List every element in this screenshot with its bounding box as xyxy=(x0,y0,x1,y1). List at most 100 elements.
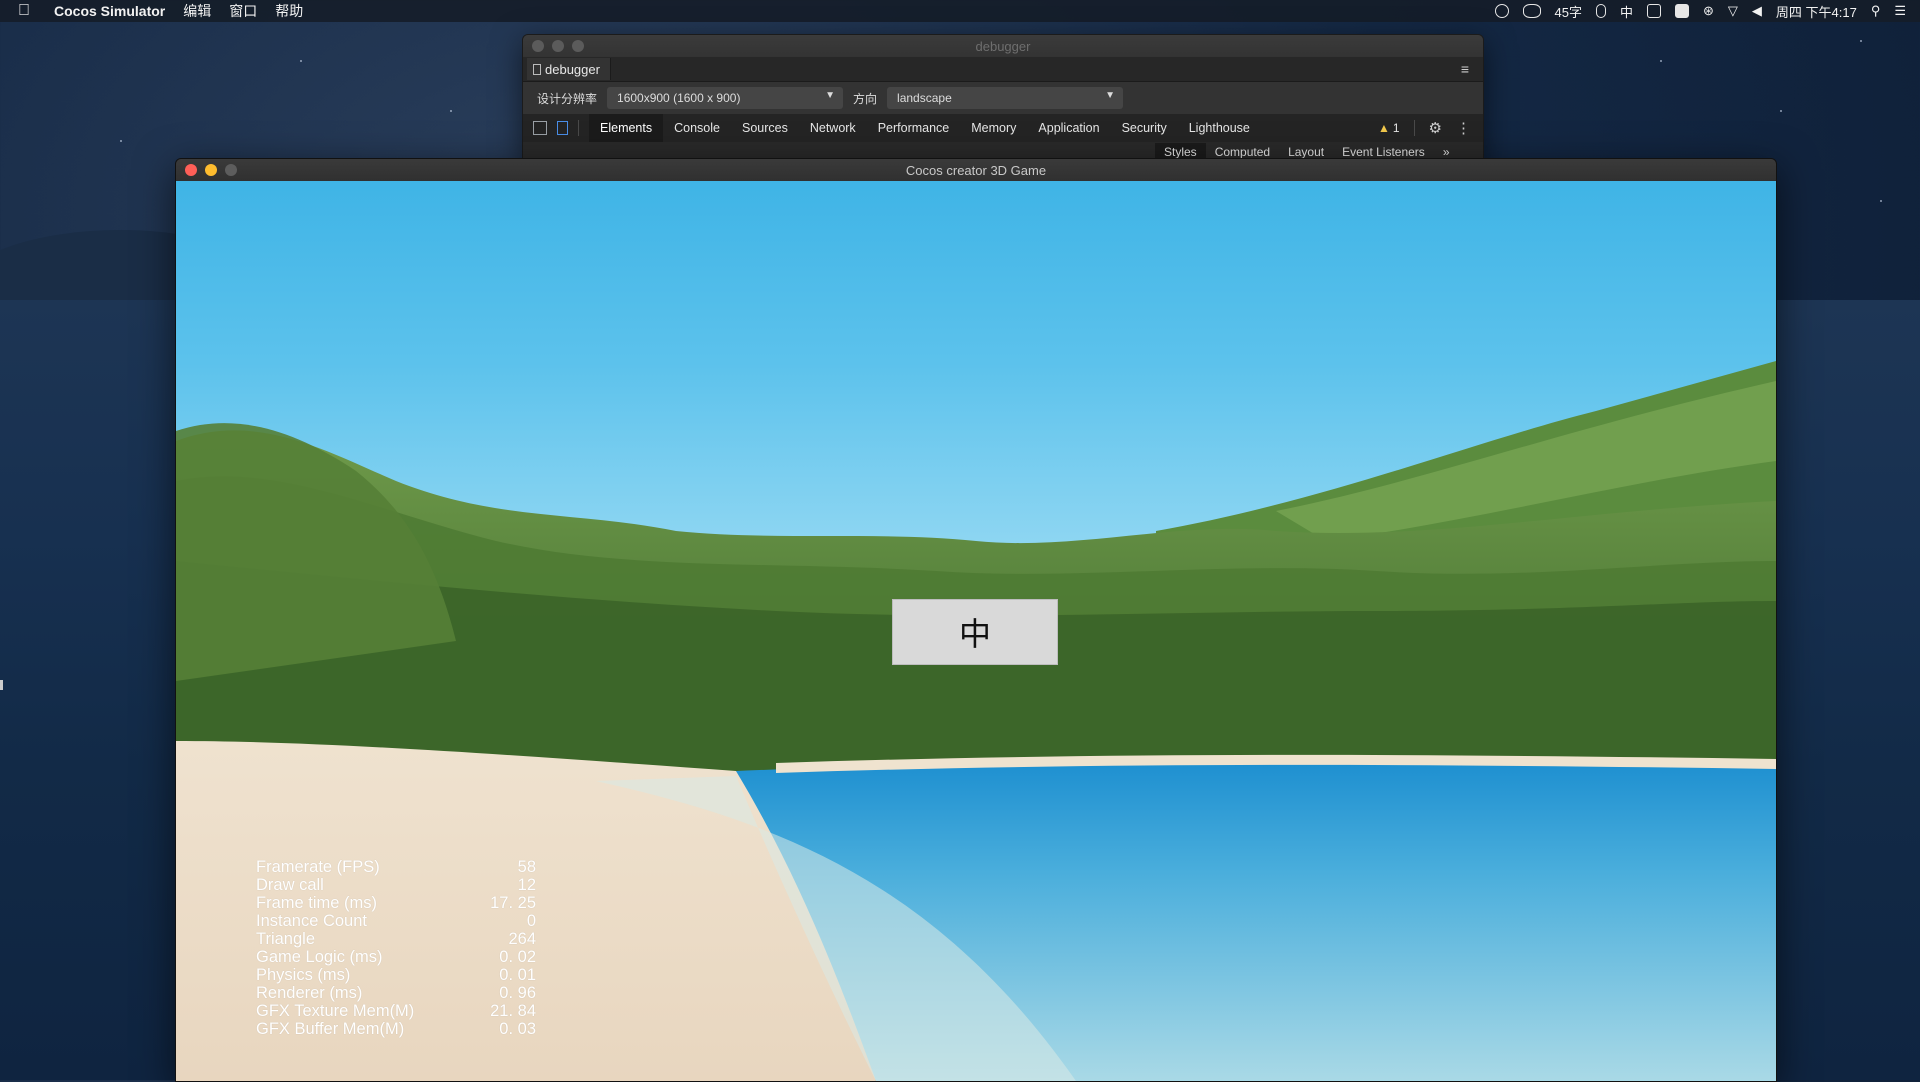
chat-icon[interactable] xyxy=(1646,4,1661,18)
status-text-count[interactable]: 45字 xyxy=(1555,2,1582,21)
tab-lighthouse[interactable]: Lighthouse xyxy=(1178,114,1261,142)
debugger-title: debugger xyxy=(975,38,1031,54)
stat-row: Triangle 264 xyxy=(256,930,536,948)
menu-help[interactable]: 帮助 xyxy=(275,1,303,21)
stat-label: GFX Texture Mem(M) xyxy=(256,1002,415,1020)
devtools-actions: ▲ 1 ⚙ ⋮ xyxy=(1378,119,1471,137)
stat-value: 0. 01 xyxy=(499,966,536,984)
bluetooth-icon[interactable]: ⊛ xyxy=(1703,3,1714,19)
stat-row: Frame time (ms) 17. 25 xyxy=(256,894,536,912)
game-window-controls xyxy=(185,164,237,176)
divider xyxy=(578,120,579,136)
debugger-titlebar[interactable]: debugger xyxy=(523,35,1483,57)
stat-value: 0. 03 xyxy=(499,1020,536,1038)
debugger-window-controls xyxy=(532,40,584,52)
debugger-tab-row: debugger ≡ xyxy=(523,57,1483,82)
wifi-icon[interactable]: ▽ xyxy=(1728,3,1738,19)
stat-value: 21. 84 xyxy=(490,1002,536,1020)
stat-value: 17. 25 xyxy=(490,894,536,912)
control-center-icon[interactable]: ☰ xyxy=(1894,3,1906,19)
stat-row: Renderer (ms) 0. 96 xyxy=(256,984,536,1002)
orientation-select[interactable]: landscape ▼ xyxy=(887,87,1124,109)
chevron-down-icon: ▼ xyxy=(1105,90,1116,101)
wallpaper-star xyxy=(120,140,122,142)
wallpaper-star xyxy=(1880,200,1882,202)
chevron-down-icon: ▼ xyxy=(825,90,836,101)
volume-icon[interactable]: ◀ xyxy=(1752,3,1762,19)
app-menu[interactable]: Cocos Simulator xyxy=(54,3,165,19)
zoom-button[interactable] xyxy=(225,164,237,176)
tab-memory[interactable]: Memory xyxy=(960,114,1027,142)
orientation-label: 方向 xyxy=(853,91,878,106)
stat-row: GFX Texture Mem(M) 21. 84 xyxy=(256,1002,536,1020)
inspect-element-icon[interactable] xyxy=(533,121,547,135)
stat-label: Triangle xyxy=(256,930,315,948)
gear-icon[interactable]: ⚙ xyxy=(1429,119,1442,137)
stat-label: Draw call xyxy=(256,876,324,894)
wallpaper-star xyxy=(1860,40,1862,42)
profiler-stats: Framerate (FPS) 58 Draw call 12 Frame time… xyxy=(256,858,536,1038)
divider xyxy=(1413,120,1415,136)
simulator-controls: 设计分辨率 1600x900 (1600 x 900) ▼ 方向 landsca… xyxy=(523,82,1483,114)
clock[interactable]: 周四 下午4:17 xyxy=(1776,2,1857,21)
stat-label: Renderer (ms) xyxy=(256,984,363,1002)
warning-count: 1 xyxy=(1392,121,1400,135)
tab-application[interactable]: Application xyxy=(1027,114,1110,142)
input-method-indicator[interactable]: 中 xyxy=(1620,2,1633,21)
menu-edit[interactable]: 编辑 xyxy=(183,1,211,21)
stat-value: 0. 02 xyxy=(499,948,536,966)
devtools-tab-bar: Elements Console Sources Network Perform… xyxy=(523,114,1483,142)
game-canvas[interactable]: 中 Framerate (FPS) 58 Draw call 12 Frame ti… xyxy=(176,181,1776,1081)
document-icon xyxy=(533,63,541,75)
status-app-icon[interactable] xyxy=(1494,4,1509,18)
debugger-tab[interactable]: debugger xyxy=(527,58,611,80)
stat-label: Framerate (FPS) xyxy=(256,858,380,876)
wallpaper-star xyxy=(1660,60,1662,62)
tab-console[interactable]: Console xyxy=(663,114,731,142)
menu-bar:  Cocos Simulator 编辑 窗口 帮助 45字 中 ⊛ ▽ ◀ 周… xyxy=(0,0,1920,22)
center-button[interactable]: 中 xyxy=(892,599,1058,665)
stat-row: Physics (ms) 0. 01 xyxy=(256,966,536,984)
sync-icon[interactable] xyxy=(1674,4,1689,18)
zoom-button[interactable] xyxy=(572,40,584,52)
wallpaper-star xyxy=(300,60,302,62)
more-options-icon[interactable]: ⋮ xyxy=(1456,119,1471,137)
cloud-icon[interactable] xyxy=(1522,4,1541,18)
stat-row: Framerate (FPS) 58 xyxy=(256,858,536,876)
desktop-edge-marker xyxy=(0,680,3,690)
tab-security[interactable]: Security xyxy=(1111,114,1178,142)
wallpaper-star xyxy=(1780,110,1782,112)
stat-row: Instance Count 0 xyxy=(256,912,536,930)
tab-elements[interactable]: Elements xyxy=(589,114,664,142)
status-area: 45字 中 ⊛ ▽ ◀ 周四 下午4:17 ⚲ ☰ xyxy=(1494,2,1906,21)
resolution-label: 设计分辨率 xyxy=(537,91,598,106)
stat-label: GFX Buffer Mem(M) xyxy=(256,1020,405,1038)
stat-label: Physics (ms) xyxy=(256,966,351,984)
orientation-value: landscape xyxy=(897,91,952,105)
stat-row: GFX Buffer Mem(M) 0. 03 xyxy=(256,1020,536,1038)
game-titlebar[interactable]: Cocos creator 3D Game xyxy=(176,159,1776,181)
search-icon[interactable]: ⚲ xyxy=(1871,3,1881,19)
menu-icon[interactable]: ≡ xyxy=(1461,61,1469,77)
menu-window[interactable]: 窗口 xyxy=(229,1,257,21)
apple-menu-icon[interactable]:  xyxy=(18,0,36,22)
stat-value: 58 xyxy=(517,858,536,876)
stat-row: Draw call 12 xyxy=(256,876,536,894)
tab-sources[interactable]: Sources xyxy=(731,114,799,142)
close-button[interactable] xyxy=(532,40,544,52)
stat-label: Instance Count xyxy=(256,912,367,930)
game-window: Cocos creator 3D Game 中 Framerate (FPS) … xyxy=(175,158,1777,1082)
tab-performance[interactable]: Performance xyxy=(867,114,961,142)
tab-network[interactable]: Network xyxy=(799,114,867,142)
stat-label: Game Logic (ms) xyxy=(256,948,383,966)
warning-badge[interactable]: ▲ 1 xyxy=(1378,121,1400,135)
minimize-button[interactable] xyxy=(552,40,564,52)
stat-value: 12 xyxy=(517,876,536,894)
microphone-icon[interactable] xyxy=(1595,4,1606,18)
stat-label: Frame time (ms) xyxy=(256,894,377,912)
close-button[interactable] xyxy=(185,164,197,176)
resolution-select[interactable]: 1600x900 (1600 x 900) ▼ xyxy=(607,87,844,109)
minimize-button[interactable] xyxy=(205,164,217,176)
device-toolbar-icon[interactable] xyxy=(557,121,568,135)
stat-value: 264 xyxy=(508,930,536,948)
